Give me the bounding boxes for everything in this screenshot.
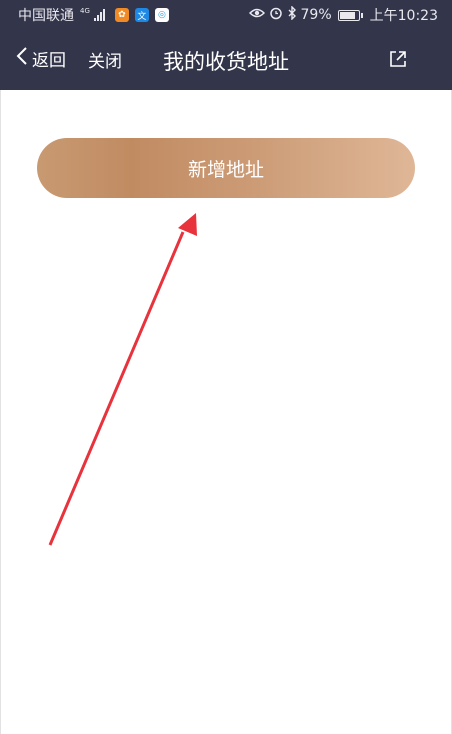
page-title: 我的收货地址: [163, 50, 289, 74]
status-right: 79% 上午10:23: [248, 5, 438, 25]
share-icon[interactable]: [388, 49, 408, 69]
status-left: 中国联通 4G ✿ 文 ◎: [18, 5, 169, 25]
clock-time: 上午10:23: [369, 8, 438, 24]
carrier-name: 中国联通: [18, 8, 74, 24]
network-type: 4G: [80, 6, 90, 15]
alarm-icon: [269, 6, 283, 24]
status-bar: 中国联通 4G ✿ 文 ◎ 79% 上午10:23: [0, 0, 452, 28]
app-icon: ✿: [114, 8, 129, 22]
translate-app-icon: 文: [134, 8, 149, 22]
eye-icon: [248, 7, 265, 23]
main-content: 新增地址: [0, 90, 452, 734]
battery-percent: 79%: [300, 7, 332, 23]
battery-icon: [337, 9, 363, 21]
bluetooth-icon: [287, 5, 297, 24]
add-address-button[interactable]: 新增地址: [37, 138, 415, 198]
nav-bar: 返回 关闭 我的收货地址: [0, 28, 452, 90]
signal-icon: [93, 9, 105, 21]
browser-app-icon: ◎: [154, 8, 169, 22]
